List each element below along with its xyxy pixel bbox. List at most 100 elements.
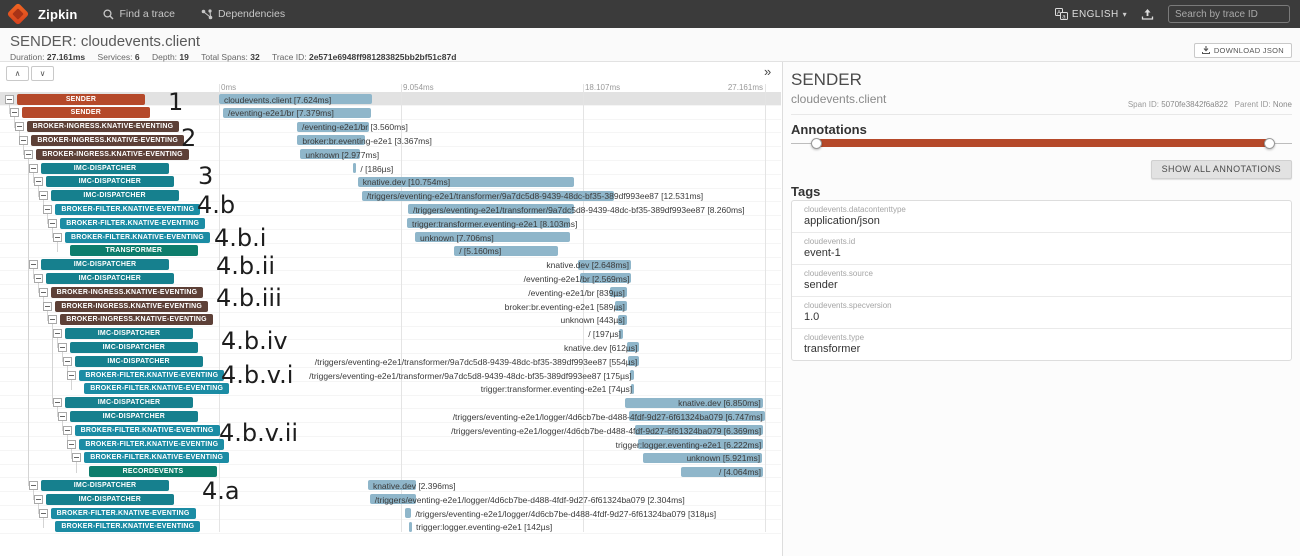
expand-toggle-icon[interactable] xyxy=(58,343,67,352)
expand-toggle-icon[interactable] xyxy=(43,205,52,214)
expand-toggle-icon[interactable] xyxy=(63,426,72,435)
service-badge[interactable]: IMC-DISPATCHER xyxy=(41,480,169,491)
service-badge[interactable]: BROKER-FILTER.KNATIVE-EVENTING xyxy=(60,218,205,229)
expand-toggle-icon[interactable] xyxy=(19,136,28,145)
service-badge[interactable]: BROKER-INGRESS.KNATIVE-EVENTING xyxy=(55,301,208,312)
nav-dependencies[interactable]: Dependencies xyxy=(201,8,285,20)
stat-duration-label: Duration: xyxy=(10,52,45,62)
trace-stats: Duration: 27.161ms Services: 6 Depth: 19… xyxy=(10,52,466,62)
service-badge[interactable]: SENDER xyxy=(22,107,150,118)
service-badge[interactable]: BROKER-FILTER.KNATIVE-EVENTING xyxy=(55,521,200,532)
expand-toggle-icon[interactable] xyxy=(53,398,62,407)
span-label: trigger:transformer.eventing-e2e1 [74µs] xyxy=(481,384,632,394)
expand-toggle-icon[interactable] xyxy=(29,260,38,269)
expand-toggle-icon[interactable] xyxy=(72,453,81,462)
expand-toggle-icon[interactable] xyxy=(15,122,24,131)
service-badge[interactable]: BROKER-INGRESS.KNATIVE-EVENTING xyxy=(36,149,189,160)
service-badge[interactable]: BROKER-FILTER.KNATIVE-EVENTING xyxy=(79,370,224,381)
expand-toggle-icon[interactable] xyxy=(58,412,67,421)
span-duration-bar[interactable] xyxy=(409,522,412,532)
show-all-annotations-button[interactable]: SHOW ALL ANNOTATIONS xyxy=(1151,160,1292,179)
expand-toggle-icon[interactable] xyxy=(39,288,48,297)
expand-toggle-icon[interactable] xyxy=(24,150,33,159)
service-badge[interactable]: BROKER-FILTER.KNATIVE-EVENTING xyxy=(65,232,210,243)
trace-title: SENDER: cloudevents.client xyxy=(10,33,200,50)
span-label: knative.dev [2.396ms] xyxy=(373,481,456,491)
download-json-button[interactable]: DOWNLOAD JSON xyxy=(1194,43,1292,58)
language-selector[interactable]: Aa ENGLISH ▾ xyxy=(1055,8,1127,20)
upload-icon[interactable] xyxy=(1141,8,1154,21)
search-by-trace-id-input[interactable] xyxy=(1168,5,1290,23)
tick-label: 9.054ms xyxy=(403,83,434,92)
service-badge[interactable]: RECORDEVENTS xyxy=(89,466,217,477)
service-badge[interactable]: IMC-DISPATCHER xyxy=(75,356,203,367)
overlay-annotation: 4.b.v.i xyxy=(221,361,293,389)
expand-toggle-icon[interactable] xyxy=(53,329,62,338)
stat-trace-id-label: Trace ID: xyxy=(272,52,307,62)
stat-trace-id-value: 2e571e6948ff981283825bb2bf51c87d xyxy=(309,52,456,62)
service-badge[interactable]: IMC-DISPATCHER xyxy=(65,328,193,339)
overlay-annotation: 4.b.iii xyxy=(216,284,282,312)
expand-toggle-icon[interactable] xyxy=(10,108,19,117)
expand-toggle-icon[interactable] xyxy=(67,371,76,380)
service-badge[interactable]: IMC-DISPATCHER xyxy=(51,190,179,201)
expand-toggle-icon[interactable] xyxy=(34,495,43,504)
service-badge[interactable]: IMC-DISPATCHER xyxy=(41,163,169,174)
service-badge[interactable]: BROKER-INGRESS.KNATIVE-EVENTING xyxy=(31,135,184,146)
annotations-heading: Annotations xyxy=(791,122,867,137)
service-badge[interactable]: BROKER-INGRESS.KNATIVE-EVENTING xyxy=(60,314,213,325)
expand-toggle-icon[interactable] xyxy=(67,440,76,449)
slider-handle-start[interactable] xyxy=(811,138,822,149)
service-badge[interactable]: BROKER-FILTER.KNATIVE-EVENTING xyxy=(84,383,229,394)
expand-toggle-icon[interactable] xyxy=(39,191,48,200)
service-badge[interactable]: IMC-DISPATCHER xyxy=(46,176,174,187)
expand-all-button[interactable]: ∨ xyxy=(31,66,54,81)
service-badge[interactable]: BROKER-FILTER.KNATIVE-EVENTING xyxy=(51,508,196,519)
collapse-all-icon: ∧ xyxy=(15,69,21,78)
span-label: knative.dev [2.648ms] xyxy=(546,260,629,270)
expand-toggle-icon[interactable] xyxy=(29,481,38,490)
nav-find-a-trace[interactable]: Find a trace xyxy=(103,8,174,20)
service-badge[interactable]: BROKER-INGRESS.KNATIVE-EVENTING xyxy=(51,287,204,298)
span-label: /triggers/eventing-e2e1/logger/4d6cb7be-… xyxy=(451,426,761,436)
expand-toggle-icon[interactable] xyxy=(53,233,62,242)
span-duration-bar[interactable] xyxy=(353,163,357,173)
expand-toggle-icon[interactable] xyxy=(34,274,43,283)
expand-detail-panel-button[interactable]: » xyxy=(764,64,771,79)
expand-toggle-icon[interactable] xyxy=(43,302,52,311)
service-badge[interactable]: IMC-DISPATCHER xyxy=(70,411,198,422)
span-label: broker:br.eventing-e2e1 [589µs] xyxy=(505,302,625,312)
expand-toggle-icon[interactable] xyxy=(29,164,38,173)
tag-key: cloudevents.id xyxy=(804,237,1279,246)
span-label: / [5.160ms] xyxy=(459,246,501,256)
service-badge[interactable]: IMC-DISPATCHER xyxy=(46,273,174,284)
expand-toggle-icon[interactable] xyxy=(34,177,43,186)
expand-toggle-icon[interactable] xyxy=(48,219,57,228)
service-badge[interactable]: BROKER-INGRESS.KNATIVE-EVENTING xyxy=(27,121,180,132)
span-duration-bar[interactable] xyxy=(405,508,411,518)
span-label: /triggers/eventing-e2e1/logger/4d6cb7be-… xyxy=(415,509,716,519)
tag-item: cloudevents.datacontenttypeapplication/j… xyxy=(792,201,1291,233)
chevron-down-icon: ▾ xyxy=(1123,10,1127,19)
tag-value: application/json xyxy=(804,215,1279,227)
expand-toggle-icon[interactable] xyxy=(48,315,57,324)
service-badge[interactable]: BROKER-FILTER.KNATIVE-EVENTING xyxy=(75,425,220,436)
span-id-label: Span ID: xyxy=(1128,100,1159,109)
expand-toggle-icon[interactable] xyxy=(39,509,48,518)
service-badge[interactable]: SENDER xyxy=(17,94,145,105)
collapse-all-button[interactable]: ∧ xyxy=(6,66,29,81)
service-badge[interactable]: TRANSFORMER xyxy=(70,245,198,256)
stat-services-label: Services: xyxy=(98,52,133,62)
expand-toggle-icon[interactable] xyxy=(63,357,72,366)
expand-toggle-icon[interactable] xyxy=(5,95,14,104)
span-label: knative.dev [10.754ms] xyxy=(363,177,450,187)
span-label: /triggers/eventing-e2e1/transformer/9a7d… xyxy=(315,357,637,367)
service-badge[interactable]: IMC-DISPATCHER xyxy=(41,259,169,270)
service-badge[interactable]: BROKER-FILTER.KNATIVE-EVENTING xyxy=(84,452,229,463)
service-badge[interactable]: IMC-DISPATCHER xyxy=(65,397,193,408)
service-badge[interactable]: BROKER-FILTER.KNATIVE-EVENTING xyxy=(55,204,200,215)
service-badge[interactable]: BROKER-FILTER.KNATIVE-EVENTING xyxy=(79,439,224,450)
service-badge[interactable]: IMC-DISPATCHER xyxy=(46,494,174,505)
slider-handle-end[interactable] xyxy=(1264,138,1275,149)
service-badge[interactable]: IMC-DISPATCHER xyxy=(70,342,198,353)
